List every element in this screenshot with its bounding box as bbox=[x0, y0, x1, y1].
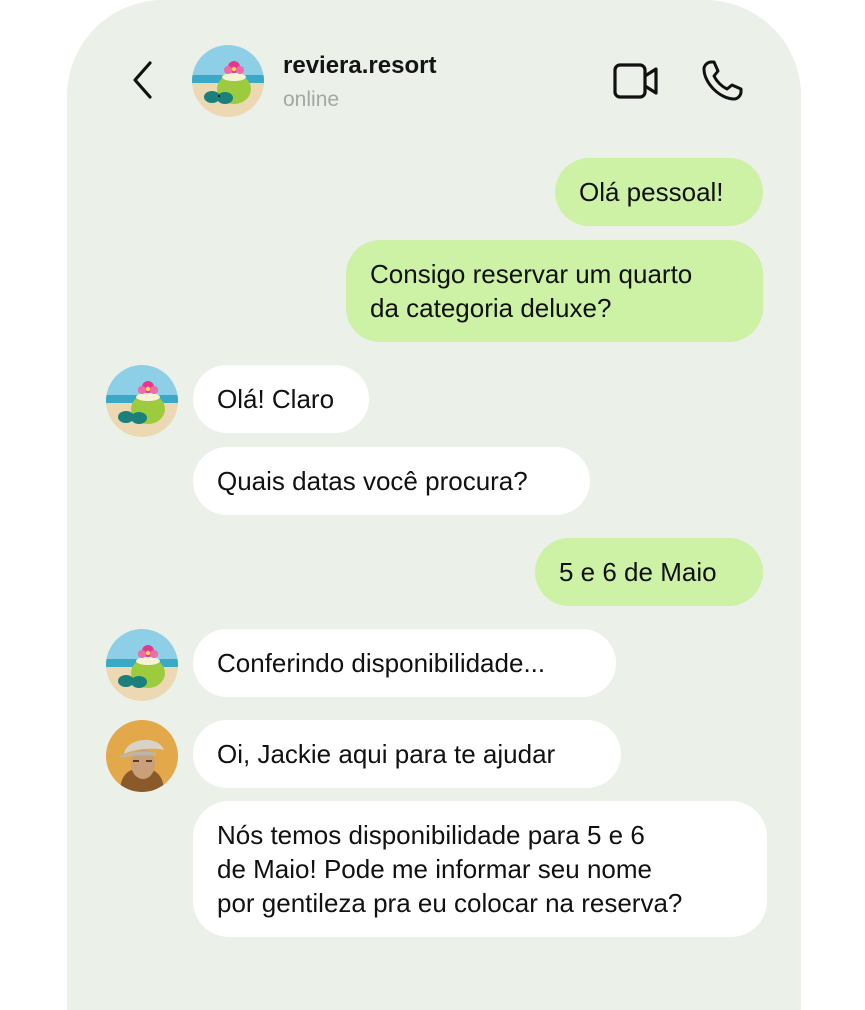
message-bubble-incoming[interactable]: Olá! Claro bbox=[193, 365, 369, 433]
back-button[interactable] bbox=[124, 60, 160, 100]
message-text: Oi, Jackie aqui para te ajudar bbox=[217, 739, 556, 769]
phone-icon bbox=[702, 60, 743, 101]
chevron-left-icon bbox=[133, 61, 152, 99]
agent-avatar[interactable] bbox=[106, 720, 178, 792]
video-camera-icon bbox=[613, 63, 658, 99]
message-bubble-outgoing[interactable]: Olá pessoal! bbox=[555, 158, 763, 226]
coconut-avatar-image bbox=[106, 629, 178, 701]
message-text-line: por gentileza pra eu colocar na reserva? bbox=[217, 888, 683, 918]
contact-name[interactable]: reviera.resort bbox=[283, 52, 436, 80]
message-text: Conferindo disponibilidade... bbox=[217, 648, 546, 678]
coconut-avatar-image bbox=[106, 365, 178, 437]
message-text: Quais datas você procura? bbox=[217, 466, 528, 496]
coconut-avatar-image bbox=[192, 45, 264, 117]
resort-avatar[interactable] bbox=[106, 365, 178, 437]
voice-call-button[interactable] bbox=[699, 58, 745, 104]
message-bubble-incoming[interactable]: Conferindo disponibilidade... bbox=[193, 629, 616, 697]
message-text-line: Consigo reservar um quarto bbox=[370, 259, 693, 289]
message-text: Olá pessoal! bbox=[579, 177, 724, 207]
message-bubble-incoming[interactable]: Quais datas você procura? bbox=[193, 447, 590, 515]
contact-status: online bbox=[283, 88, 340, 111]
message-text-line: Nós temos disponibilidade para 5 e 6 bbox=[217, 820, 645, 850]
message-bubble-outgoing[interactable]: 5 e 6 de Maio bbox=[535, 538, 763, 606]
message-text: Olá! Claro bbox=[217, 384, 335, 414]
message-text-line: de Maio! Pode me informar seu nome bbox=[217, 854, 652, 884]
resort-avatar[interactable] bbox=[106, 629, 178, 701]
message-text: 5 e 6 de Maio bbox=[559, 557, 717, 587]
agent-photo-image bbox=[106, 720, 178, 792]
message-bubble-incoming[interactable]: Oi, Jackie aqui para te ajudar bbox=[193, 720, 621, 788]
message-bubble-incoming[interactable]: Nós temos disponibilidade para 5 e 6 de … bbox=[193, 801, 767, 937]
video-call-button[interactable] bbox=[612, 60, 660, 102]
message-bubble-outgoing[interactable]: Consigo reservar um quarto da categoria … bbox=[346, 240, 763, 342]
message-text-line: da categoria deluxe? bbox=[370, 293, 612, 323]
contact-avatar[interactable] bbox=[192, 45, 264, 117]
